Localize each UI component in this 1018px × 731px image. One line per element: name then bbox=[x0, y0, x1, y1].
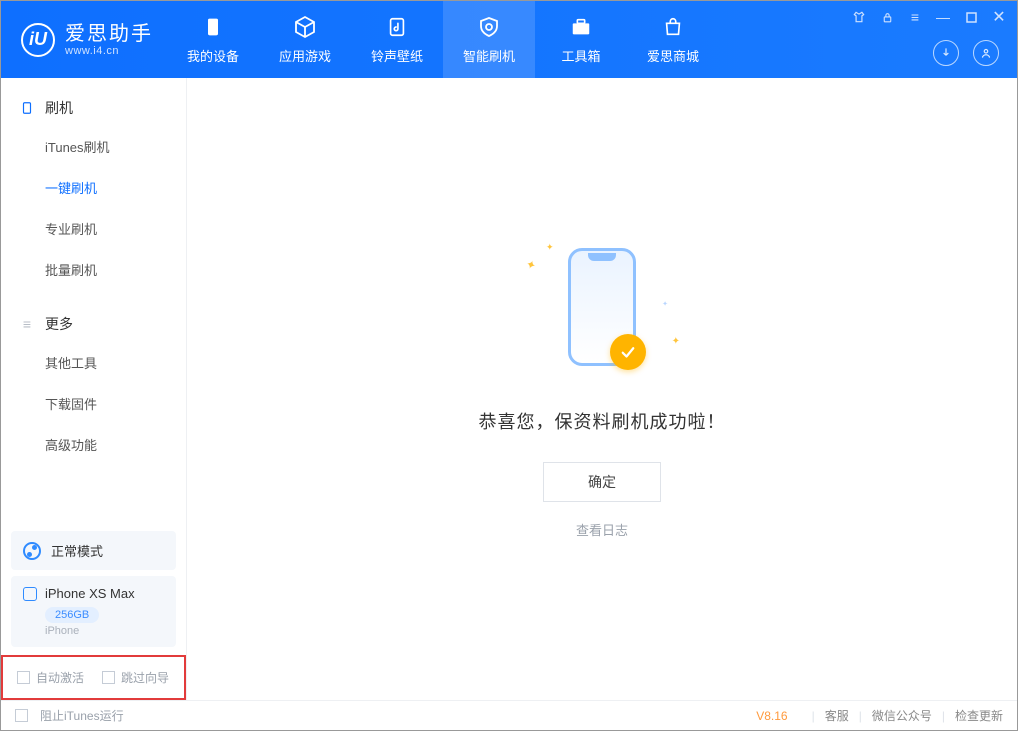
nav-label: 铃声壁纸 bbox=[371, 46, 423, 65]
footer-link-update[interactable]: 检查更新 bbox=[955, 707, 1003, 724]
device-name: iPhone XS Max bbox=[45, 586, 135, 601]
version-label: V8.16 bbox=[756, 709, 787, 723]
nav-label: 我的设备 bbox=[187, 46, 239, 65]
sidebar-item-advanced[interactable]: 高级功能 bbox=[1, 424, 186, 465]
device-icon bbox=[200, 14, 226, 40]
nav-my-device[interactable]: 我的设备 bbox=[167, 1, 259, 78]
sidebar-item-other-tools[interactable]: 其他工具 bbox=[1, 342, 186, 383]
app-title: 爱思助手 bbox=[65, 23, 153, 45]
app-header: iU 爱思助手 www.i4.cn 我的设备 应用游戏 铃声壁纸 智能刷机 工具… bbox=[1, 1, 1017, 78]
checkbox-auto-activate[interactable]: 自动激活 bbox=[17, 669, 84, 686]
nav-label: 应用游戏 bbox=[279, 46, 331, 65]
music-file-icon bbox=[384, 14, 410, 40]
success-illustration: ✦ ✦ ✦ ✦ bbox=[522, 240, 682, 380]
sidebar-item-oneclick-flash[interactable]: 一键刷机 bbox=[1, 167, 186, 208]
list-icon: ≡ bbox=[19, 316, 35, 332]
sidebar-item-download-firmware[interactable]: 下载固件 bbox=[1, 383, 186, 424]
footer-link-wechat[interactable]: 微信公众号 bbox=[872, 707, 932, 724]
sidebar-section-flash[interactable]: 刷机 bbox=[1, 90, 186, 126]
sparkle-icon: ✦ bbox=[524, 256, 538, 273]
view-log-link[interactable]: 查看日志 bbox=[576, 520, 628, 539]
refresh-shield-icon bbox=[476, 14, 502, 40]
toolbox-icon bbox=[568, 14, 594, 40]
check-badge-icon bbox=[610, 334, 646, 370]
footer: 阻止iTunes运行 V8.16 | 客服 | 微信公众号 | 检查更新 bbox=[1, 700, 1017, 730]
mode-icon bbox=[23, 542, 41, 560]
sidebar-item-pro-flash[interactable]: 专业刷机 bbox=[1, 208, 186, 249]
nav-label: 智能刷机 bbox=[463, 46, 515, 65]
menu-icon[interactable]: ≡ bbox=[907, 9, 923, 25]
sparkle-icon: ✦ bbox=[662, 300, 668, 308]
user-controls bbox=[933, 40, 999, 66]
checkbox-icon bbox=[17, 671, 30, 684]
footer-link-support[interactable]: 客服 bbox=[825, 707, 849, 724]
sidebar-item-batch-flash[interactable]: 批量刷机 bbox=[1, 249, 186, 290]
device-small-icon bbox=[23, 587, 37, 601]
mode-box[interactable]: 正常模式 bbox=[11, 531, 176, 570]
app-logo: iU 爱思助手 www.i4.cn bbox=[1, 23, 167, 57]
shirt-icon[interactable] bbox=[851, 9, 867, 25]
mode-label: 正常模式 bbox=[51, 541, 103, 560]
minimize-button[interactable]: — bbox=[935, 9, 951, 25]
top-nav: 我的设备 应用游戏 铃声壁纸 智能刷机 工具箱 爱思商城 bbox=[167, 1, 719, 78]
checkbox-skip-guide[interactable]: 跳过向导 bbox=[102, 669, 169, 686]
success-message: 恭喜您，保资料刷机成功啦！ bbox=[479, 408, 726, 434]
ok-button[interactable]: 确定 bbox=[543, 462, 661, 502]
nav-label: 工具箱 bbox=[561, 46, 600, 65]
sparkle-icon: ✦ bbox=[672, 336, 680, 347]
nav-label: 爱思商城 bbox=[647, 46, 699, 65]
checkbox-label: 阻止iTunes运行 bbox=[40, 707, 124, 724]
checkbox-icon bbox=[15, 709, 28, 722]
window-controls: ≡ — ✕ bbox=[851, 9, 1007, 25]
checkbox-icon bbox=[102, 671, 115, 684]
checkbox-label: 自动激活 bbox=[36, 669, 84, 686]
phone-icon bbox=[19, 100, 35, 116]
device-type: iPhone bbox=[45, 625, 164, 637]
device-box[interactable]: iPhone XS Max 256GB iPhone bbox=[11, 576, 176, 647]
nav-toolbox[interactable]: 工具箱 bbox=[535, 1, 627, 78]
nav-smart-flash[interactable]: 智能刷机 bbox=[443, 1, 535, 78]
maximize-button[interactable] bbox=[963, 9, 979, 25]
sidebar-item-itunes-flash[interactable]: iTunes刷机 bbox=[1, 126, 186, 167]
checkbox-label: 跳过向导 bbox=[121, 669, 169, 686]
app-site: www.i4.cn bbox=[65, 45, 153, 57]
logo-icon: iU bbox=[21, 23, 55, 57]
highlighted-options: 自动激活 跳过向导 bbox=[1, 655, 186, 700]
nav-store[interactable]: 爱思商城 bbox=[627, 1, 719, 78]
user-icon[interactable] bbox=[973, 40, 999, 66]
close-button[interactable]: ✕ bbox=[991, 9, 1007, 25]
section-label: 刷机 bbox=[45, 98, 73, 118]
storage-badge: 256GB bbox=[45, 607, 99, 623]
nav-apps-games[interactable]: 应用游戏 bbox=[259, 1, 351, 78]
cube-icon bbox=[292, 14, 318, 40]
section-label: 更多 bbox=[45, 314, 73, 334]
download-icon[interactable] bbox=[933, 40, 959, 66]
main-content: ✦ ✦ ✦ ✦ 恭喜您，保资料刷机成功啦！ 确定 查看日志 bbox=[187, 78, 1017, 700]
sparkle-icon: ✦ bbox=[546, 242, 554, 253]
nav-ringtone-wallpaper[interactable]: 铃声壁纸 bbox=[351, 1, 443, 78]
lock-icon[interactable] bbox=[879, 9, 895, 25]
sidebar: 刷机 iTunes刷机 一键刷机 专业刷机 批量刷机 ≡ 更多 其他工具 下载固… bbox=[1, 78, 187, 700]
sidebar-section-more[interactable]: ≡ 更多 bbox=[1, 306, 186, 342]
bag-icon bbox=[660, 14, 686, 40]
checkbox-block-itunes[interactable]: 阻止iTunes运行 bbox=[15, 707, 124, 724]
